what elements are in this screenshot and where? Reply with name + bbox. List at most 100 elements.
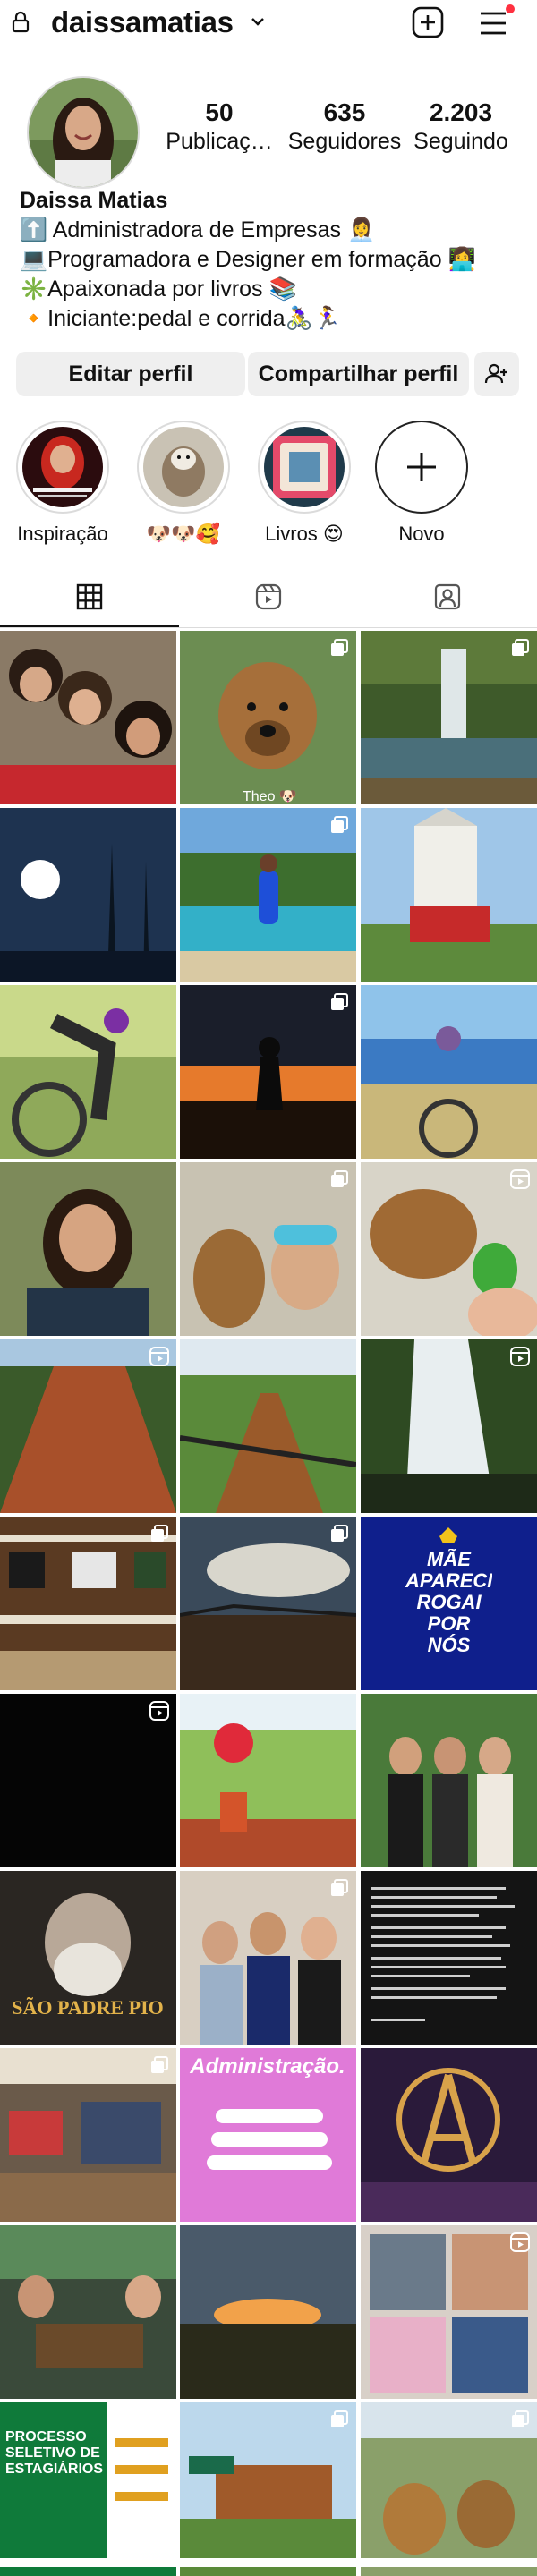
followers-count-label: Seguidores [287,129,402,154]
highlight-item[interactable]: 🐶🐶🥰 [134,421,233,546]
post-thumbnail[interactable] [361,2402,537,2576]
post-thumbnail[interactable] [180,1517,356,1690]
tab-tagged[interactable] [358,570,537,625]
posts-count-value: 50 [205,98,234,126]
bio-line: ⬆️ Administradora de Empresas 👩‍💼 [20,217,376,242]
post-thumbnail[interactable] [361,2225,537,2399]
post-image [0,631,176,804]
post-thumbnail[interactable] [0,2048,176,2222]
carousel-icon [331,639,348,656]
post-image: PROCESSO SELETIVO DE ESTAGIÁRIOS [0,2402,176,2576]
post-thumbnail[interactable] [0,1162,176,1336]
post-image [361,985,537,1159]
post-image [361,1694,537,1867]
bio-line: 💻Programadora e Designer em formação 👩‍💻 [20,247,476,272]
post-image [361,2048,537,2222]
post-thumbnail[interactable] [180,1694,356,1867]
post-thumbnail[interactable] [180,1871,356,2045]
post-thumbnail[interactable] [0,985,176,1159]
carousel-icon [512,639,529,656]
carousel-icon [331,2410,348,2427]
tab-posts-grid[interactable] [0,570,179,627]
post-thumbnail[interactable]: Administração. [180,2048,356,2222]
carousel-icon [151,2056,168,2073]
post-thumbnail[interactable] [361,1162,537,1336]
post-overlay-text: MÃE APARECIDA ROGAI POR NÓS [405,1549,492,1656]
following-count-label: Seguindo [413,129,508,154]
post-thumbnail[interactable] [361,1694,537,1867]
post-thumbnail[interactable] [0,631,176,804]
post-image [0,1162,176,1336]
chevron-down-icon[interactable] [249,13,267,30]
post-thumbnail[interactable] [361,631,537,804]
post-thumbnail[interactable]: SÃO PADRE PIO [0,1871,176,2045]
post-image [0,2225,176,2399]
menu-icon[interactable] [477,8,509,38]
profile-avatar[interactable] [27,76,140,189]
notification-dot [506,4,515,13]
post-thumbnail[interactable] [361,808,537,982]
post-overlay-text: Administração. [189,2054,345,2079]
highlight-label: 🐶🐶🥰 [146,523,221,545]
carousel-icon [512,2410,529,2427]
post-thumbnail[interactable] [361,985,537,1159]
lock-icon [12,11,30,33]
bio-line: 🔸Iniciante:pedal e corrida🚴‍♀️🏃‍♀️ [20,306,341,331]
post-thumbnail[interactable] [361,2048,537,2222]
post-thumbnail[interactable] [180,985,356,1159]
post-overlay-text: Theo 🐶 [243,789,297,804]
highlight-cover [22,427,103,507]
post-image [180,1339,356,1513]
post-thumbnail[interactable]: MÃE APARECIDA ROGAI POR NÓS [361,1517,537,1690]
highlight-item[interactable]: Inspiração [13,421,112,546]
post-thumbnail[interactable] [180,2225,356,2399]
posts-count-label: Publicaç… [166,129,273,154]
avatar-photo [29,78,138,187]
following-count[interactable]: 2.203 Seguindo [403,98,519,155]
bio-line: ✳️Apaixonada por livros 📚 [20,276,297,302]
reel-icon [510,1169,530,1189]
reel-icon [149,1347,169,1366]
highlight-ring [375,421,468,514]
highlight-label: Inspiração [17,523,108,545]
highlight-label: Livros 😍 [265,523,344,545]
post-image [0,808,176,982]
reel-icon [510,1347,530,1366]
following-count-value: 2.203 [429,98,493,126]
post-image [0,985,176,1159]
post-thumbnail[interactable]: Theo 🐶 [180,631,356,804]
highlight-label: Novo [398,523,445,545]
tab-reels[interactable] [179,570,358,625]
edit-profile-button[interactable]: Editar perfil [16,352,245,396]
discover-people-button[interactable] [474,352,519,396]
highlight-item[interactable]: Livros 😍 [255,421,354,546]
post-image [361,808,537,982]
post-thumbnail[interactable] [0,1339,176,1513]
carousel-icon [331,993,348,1010]
post-thumbnail[interactable] [0,2225,176,2399]
highlight-ring [137,421,230,514]
post-overlay-text: PROCESSO SELETIVO DE ESTAGIÁRIOS [5,2429,104,2477]
new-highlight-button[interactable]: Novo [372,421,471,546]
post-thumbnail[interactable] [361,1871,537,2045]
post-thumbnail[interactable] [0,1517,176,1690]
highlight-ring [16,421,109,514]
highlight-cover [143,427,224,507]
add-person-icon [484,363,507,384]
post-thumbnail[interactable] [0,808,176,982]
grid-icon [76,583,103,610]
new-post-icon[interactable] [411,5,445,39]
username[interactable]: daissamatias [51,5,234,39]
post-thumbnail[interactable] [180,1339,356,1513]
post-thumbnail[interactable] [0,1694,176,1867]
post-thumbnail[interactable] [180,1162,356,1336]
post-thumbnail[interactable] [361,1339,537,1513]
carousel-icon [331,1879,348,1896]
reel-icon [510,2232,530,2252]
post-thumbnail[interactable]: PROCESSO SELETIVO DE ESTAGIÁRIOS [0,2402,176,2576]
post-thumbnail[interactable] [180,808,356,982]
followers-count[interactable]: 635 Seguidores [286,98,403,155]
share-profile-button[interactable]: Compartilhar perfil [248,352,469,396]
post-thumbnail[interactable] [180,2402,356,2576]
posts-count[interactable]: 50 Publicaç… [161,98,277,155]
